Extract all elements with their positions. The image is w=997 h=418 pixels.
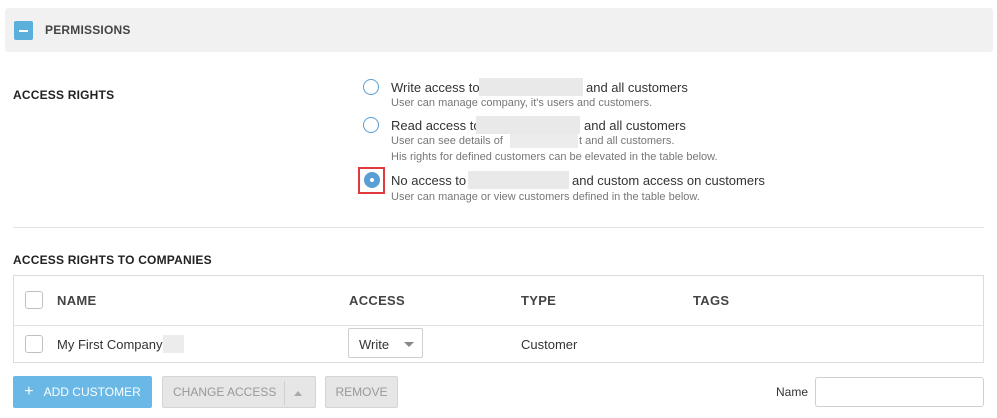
- name-filter-input[interactable]: [815, 377, 984, 407]
- redacted-company-name: [479, 78, 583, 96]
- option-write-desc: User can manage company, it's users and …: [391, 97, 653, 109]
- option-read-desc2: His rights for defined customers can be …: [391, 151, 718, 163]
- add-customer-label: ADD CUSTOMER: [43, 385, 141, 399]
- option-read-pre: Read access to: [391, 118, 481, 133]
- remove-label: REMOVE: [335, 385, 388, 399]
- column-header-tags[interactable]: TAGS: [693, 293, 729, 308]
- split-divider: [284, 381, 285, 405]
- option-read-desc-pre: User can see details of: [391, 135, 503, 147]
- column-header-access[interactable]: ACCESS: [349, 293, 405, 308]
- companies-label: ACCESS RIGHTS TO COMPANIES: [13, 253, 212, 267]
- column-header-name[interactable]: NAME: [57, 293, 96, 308]
- chevron-up-icon[interactable]: [294, 391, 302, 396]
- select-all-checkbox[interactable]: [25, 291, 43, 309]
- company-name-cell: My First Company: [57, 337, 163, 352]
- name-filter-label: Name: [776, 385, 809, 399]
- option-read-desc-post: t and all customers.: [579, 135, 675, 147]
- chevron-down-icon: [404, 342, 414, 347]
- option-write-pre: Write access to: [391, 80, 480, 95]
- radio-write-access[interactable]: [363, 79, 379, 95]
- option-noaccess-desc: User can manage or view customers define…: [391, 191, 700, 203]
- redacted-company-name: [476, 116, 580, 134]
- change-access-label: CHANGE ACCESS: [173, 385, 277, 399]
- redacted-company-name: [468, 171, 569, 189]
- row-checkbox[interactable]: [25, 335, 43, 353]
- radio-no-access[interactable]: [364, 172, 380, 188]
- access-rights-label: ACCESS RIGHTS: [13, 88, 115, 102]
- redacted-company-name: [510, 134, 578, 148]
- company-type-cell: Customer: [521, 337, 578, 352]
- radio-read-access[interactable]: [363, 117, 379, 133]
- option-noaccess-post: and custom access on customers: [572, 173, 765, 188]
- permissions-header: [5, 8, 993, 52]
- change-access-button[interactable]: CHANGE ACCESS: [162, 376, 316, 408]
- add-customer-button[interactable]: + ADD CUSTOMER: [13, 376, 152, 408]
- access-select[interactable]: Write: [348, 328, 423, 358]
- remove-button[interactable]: REMOVE: [325, 376, 398, 408]
- table-row-separator: [14, 325, 983, 326]
- panel-title: PERMISSIONS: [45, 23, 131, 37]
- divider: [13, 227, 984, 228]
- redacted-text: [163, 335, 184, 353]
- access-select-value: Write: [359, 337, 390, 352]
- plus-icon: +: [24, 383, 34, 400]
- option-write-post: and all customers: [586, 80, 688, 95]
- option-noaccess-pre: No access to: [391, 173, 467, 188]
- collapse-icon[interactable]: [14, 21, 33, 40]
- option-read-post: and all customers: [584, 118, 686, 133]
- column-header-type[interactable]: TYPE: [521, 293, 556, 308]
